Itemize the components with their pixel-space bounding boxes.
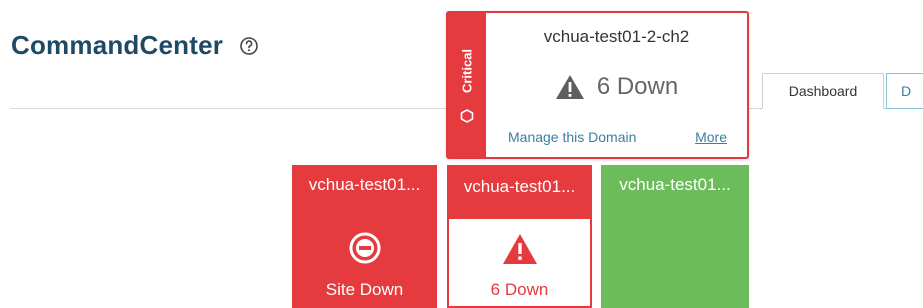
tile-status-label: 6 Down <box>490 280 549 299</box>
domain-popover: Critical vchua-test01-2-ch2 6 Down Manag… <box>446 11 749 159</box>
popover-domain-title: vchua-test01-2-ch2 <box>543 27 690 46</box>
tile-status-label: Site Down <box>325 280 404 299</box>
tile-title: vchua-test01... <box>619 175 731 194</box>
no-entry-icon <box>349 232 381 269</box>
tab-next-label: D <box>901 83 912 99</box>
warning-triangle-icon <box>502 233 538 270</box>
domain-tile-alert[interactable]: vchua-test01... 6 Down <box>447 165 592 308</box>
domain-tile-site-down[interactable]: vchua-test01... Site Down <box>292 165 437 308</box>
domain-tile-ok[interactable]: vchua-test01... <box>601 165 749 308</box>
tab-dashboard-label: Dashboard <box>788 83 858 99</box>
critical-label: Critical <box>459 48 475 94</box>
help-icon[interactable] <box>239 36 259 56</box>
critical-strip: Critical <box>448 13 486 157</box>
tile-title: vchua-test01... <box>463 177 576 196</box>
popover-down-count: 6 Down <box>596 73 679 100</box>
manage-domain-link[interactable]: Manage this Domain <box>508 129 636 145</box>
app-title-text: CommandCenter <box>11 30 224 60</box>
tile-title: vchua-test01... <box>308 175 421 194</box>
tab-dashboard[interactable]: Dashboard <box>762 73 884 109</box>
page-title: CommandCenter <box>11 30 259 61</box>
warning-triangle-icon <box>555 74 585 100</box>
popover-status: 6 Down <box>486 73 747 101</box>
more-link[interactable]: More <box>695 129 727 145</box>
tab-next[interactable]: D <box>886 73 923 109</box>
hexagon-icon <box>460 109 474 128</box>
